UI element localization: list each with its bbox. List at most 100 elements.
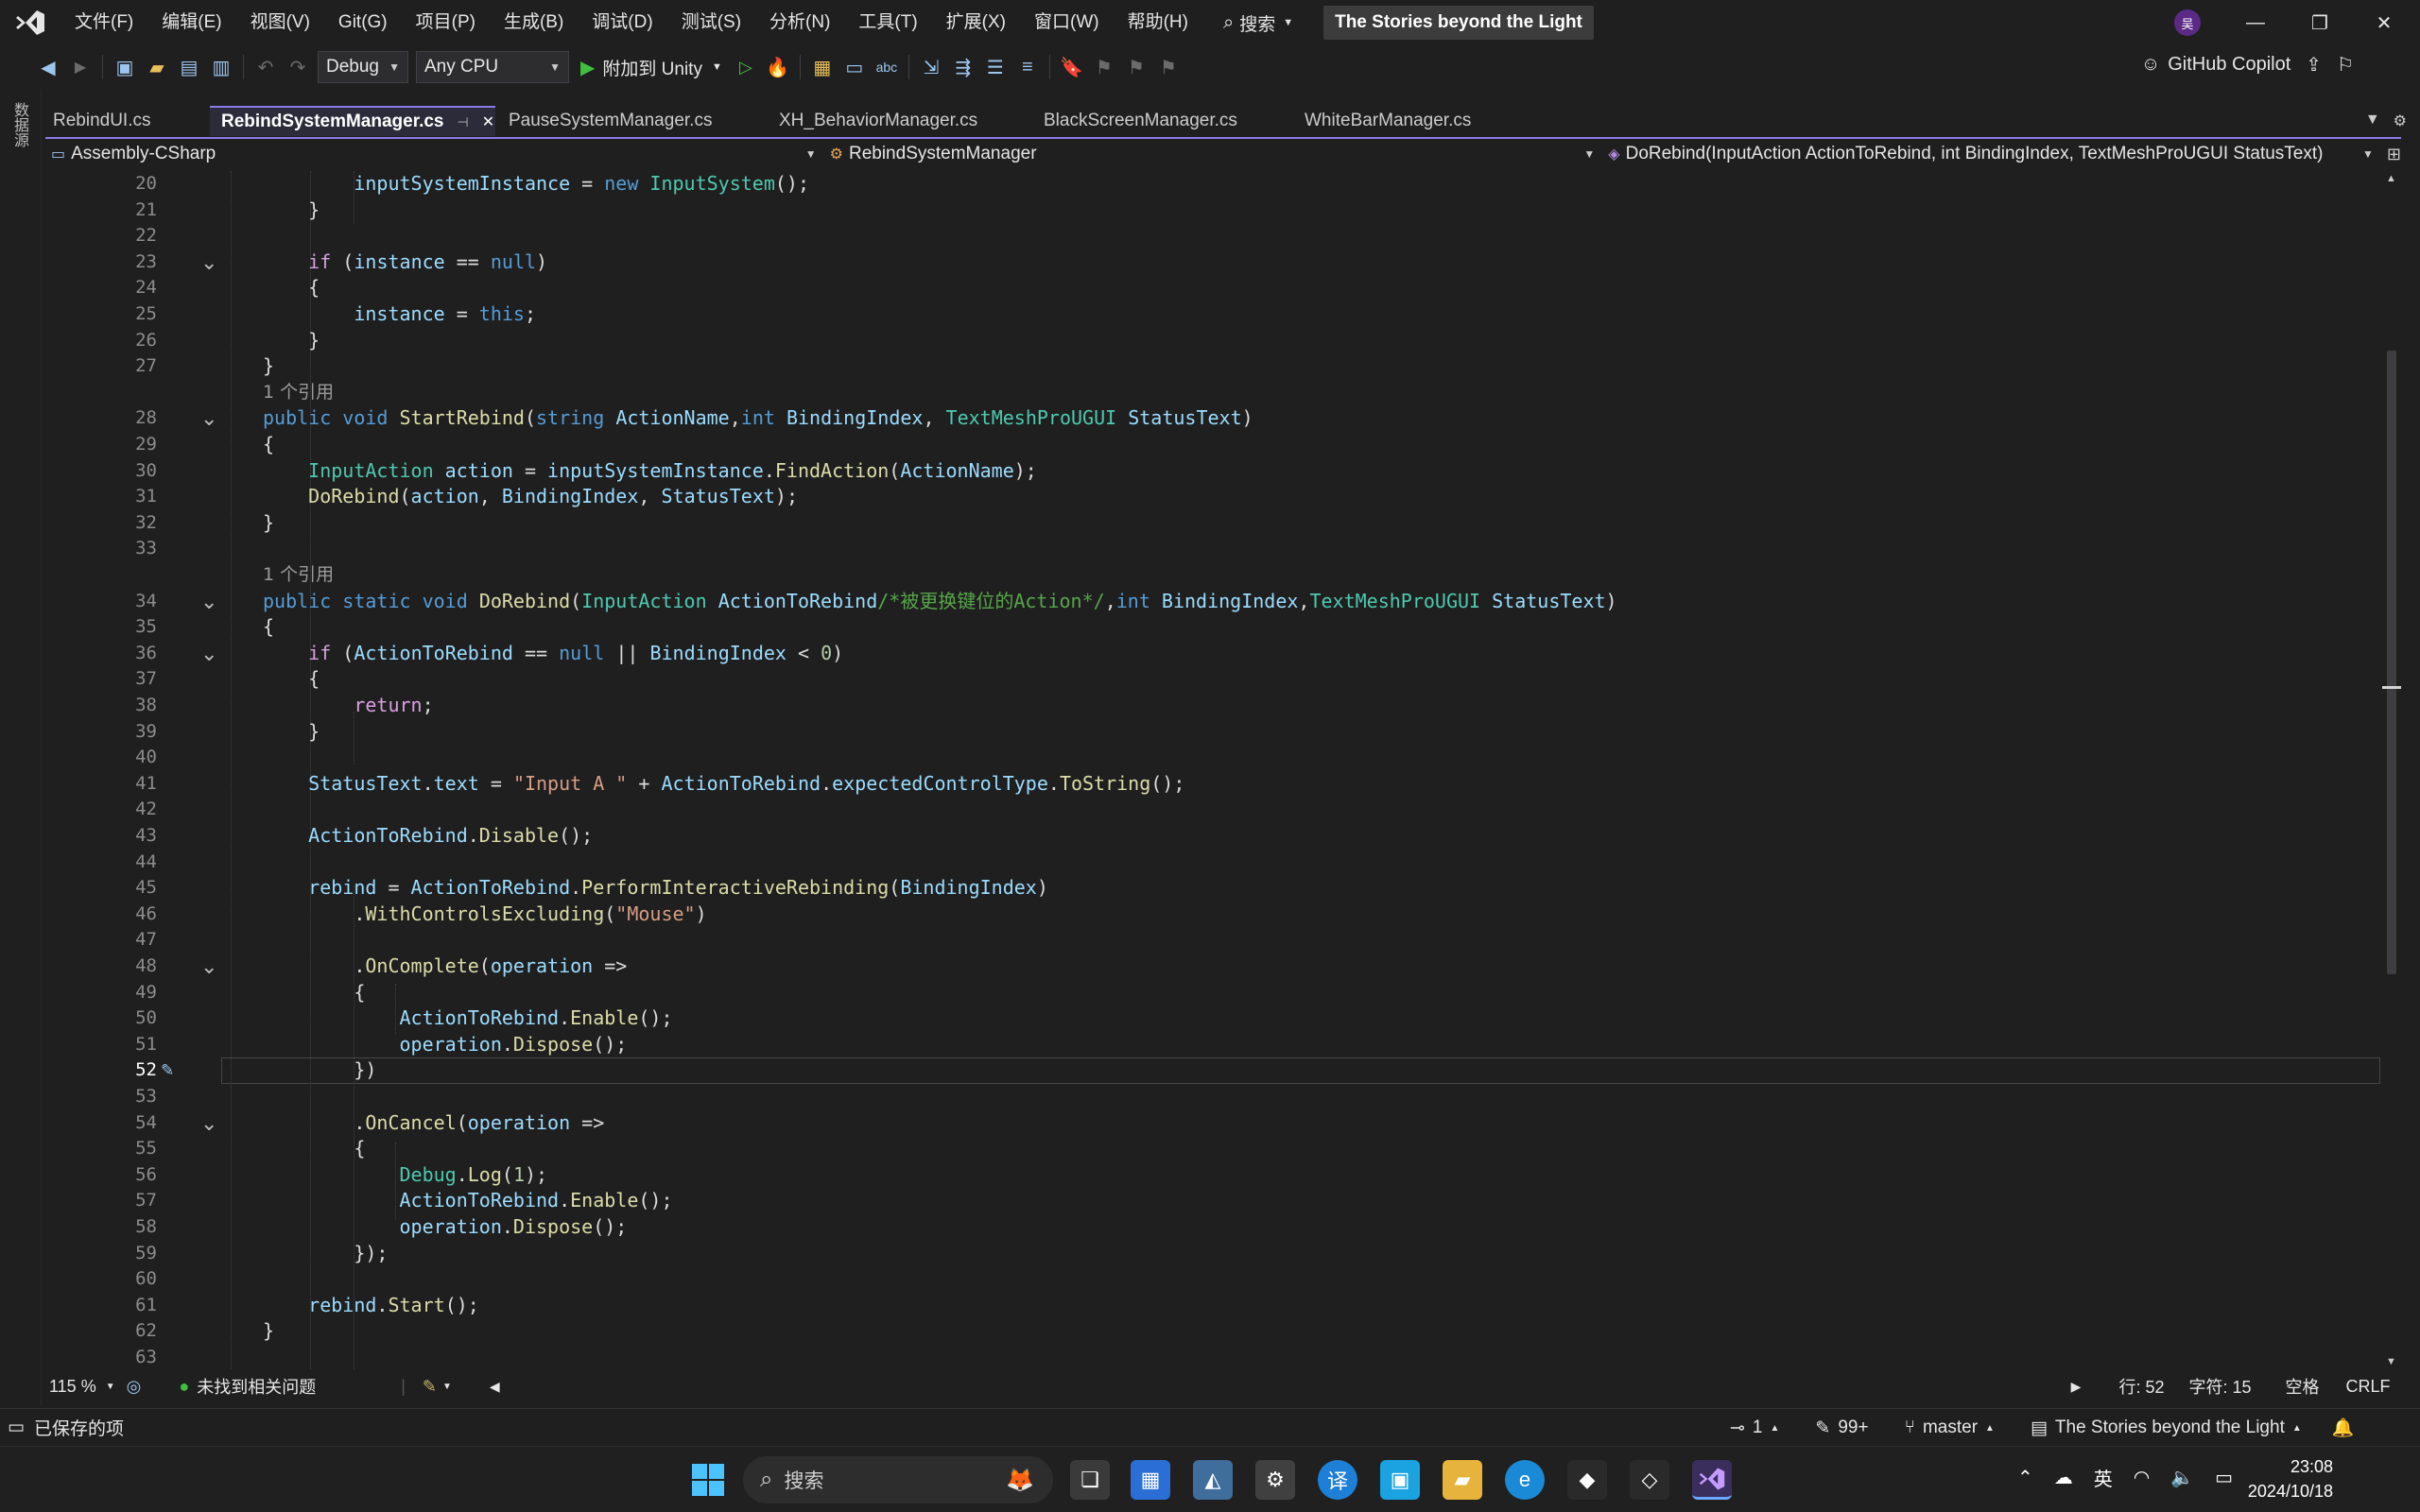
layout-icon[interactable]: ▭	[838, 51, 871, 83]
ime-indicator[interactable]: 英	[2094, 1464, 2113, 1491]
code-line[interactable]: 59 });	[45, 1241, 2382, 1267]
user-avatar[interactable]: 吴	[2174, 9, 2201, 36]
line-endings[interactable]: CRLF	[2346, 1377, 2391, 1397]
menu-item[interactable]: 扩展(X)	[932, 0, 1020, 45]
code-line[interactable]: 26 }	[45, 328, 2382, 354]
code-line[interactable]: 25 instance = this;	[45, 301, 2382, 328]
fold-toggle-icon[interactable]: ⌄	[200, 249, 217, 276]
unity-editor-icon[interactable]: ◇	[1630, 1460, 1669, 1500]
translator-icon[interactable]: 译	[1318, 1460, 1357, 1500]
code-line[interactable]: 32}	[45, 510, 2382, 537]
configuration-select[interactable]: Debug ▼	[318, 51, 408, 83]
code-line[interactable]: 27}	[45, 353, 2382, 380]
scroll-left-icon[interactable]: ◀	[490, 1379, 500, 1395]
hot-reload-icon[interactable]: 🔥	[762, 51, 794, 83]
taskbar-search[interactable]: ⌕ 搜索 🦊	[743, 1456, 1053, 1503]
pin-tab-icon[interactable]: ⊣	[457, 114, 468, 130]
task-view-icon[interactable]: ❏	[1070, 1460, 1110, 1500]
code-line[interactable]: 51 operation.Dispose();	[45, 1032, 2382, 1058]
prev-bookmark-icon[interactable]: ⚑	[1088, 51, 1120, 83]
code-line[interactable]: 21 }	[45, 198, 2382, 224]
forward-icon[interactable]: ▶	[64, 51, 96, 83]
code-line[interactable]: 37 {	[45, 666, 2382, 693]
code-lens-row[interactable]: 1 个引用	[45, 380, 2382, 406]
taskbar-clock[interactable]: 23:08 2024/10/18	[2248, 1454, 2333, 1503]
repository-name[interactable]: The Stories beyond the Light	[2055, 1418, 2285, 1438]
code-line[interactable]: 29 {	[45, 432, 2382, 458]
wifi-icon[interactable]: ◠	[2134, 1466, 2150, 1489]
tab-dropdown-icon[interactable]: ▼	[2365, 112, 2380, 130]
scroll-down-icon[interactable]: ▼	[2386, 1356, 2396, 1367]
restore-button[interactable]: ❐	[2288, 0, 2352, 45]
code-line[interactable]: 54 ⌄ .OnCancel(operation =>	[45, 1110, 2382, 1137]
unity-hub-icon[interactable]: ◆	[1567, 1460, 1607, 1500]
code-line[interactable]: 28 ⌄ public void StartRebind(string Action…	[45, 405, 2382, 432]
whitespace-mode[interactable]: 空格	[2286, 1374, 2320, 1399]
undo-icon[interactable]: ↶	[250, 51, 282, 83]
settings-gear-icon[interactable]: ⚙	[1255, 1460, 1295, 1500]
issues-status[interactable]: 未找到相关问题	[197, 1374, 316, 1399]
menu-item[interactable]: 项目(P)	[402, 0, 490, 45]
chevron-down-icon[interactable]: ▼	[106, 1382, 115, 1392]
code-line[interactable]: 40	[45, 745, 2382, 771]
fold-toggle-icon[interactable]: ⌄	[200, 1110, 217, 1137]
file-explorer-icon[interactable]: ▰	[1443, 1460, 1482, 1500]
close-window-button[interactable]: ✕	[2352, 0, 2416, 45]
code-line[interactable]: 42	[45, 797, 2382, 823]
settings-gear-icon[interactable]: ⚙	[2394, 112, 2407, 130]
clear-bookmarks-icon[interactable]: ⚑	[1152, 51, 1184, 83]
menu-item[interactable]: 帮助(H)	[1114, 0, 1202, 45]
save-all-icon[interactable]: ▥	[205, 51, 237, 83]
code-line[interactable]: 50 ActionToRebind.Enable();	[45, 1005, 2382, 1032]
minimize-button[interactable]: —	[2223, 0, 2288, 45]
solution-name-badge[interactable]: The Stories beyond the Light	[1323, 6, 1594, 40]
code-line[interactable]: 46 .WithControlsExcluding("Mouse")	[45, 902, 2382, 928]
code-line[interactable]: 43 ActionToRebind.Disable();	[45, 823, 2382, 850]
code-line[interactable]: 53	[45, 1084, 2382, 1110]
cursor-line[interactable]: 行: 52	[2118, 1374, 2164, 1399]
cursor-char[interactable]: 字符: 15	[2188, 1374, 2251, 1399]
code-line[interactable]: 44	[45, 850, 2382, 876]
fold-toggle-icon[interactable]: ⌄	[200, 405, 217, 432]
code-lens-row[interactable]: 1 个引用	[45, 562, 2382, 589]
code-line[interactable]: 20 inputSystemInstance = new InputSystem…	[45, 171, 2382, 198]
indent-icon[interactable]: ☰	[979, 51, 1011, 83]
code-line[interactable]: 34 ⌄ public static void DoRebind(InputActi…	[45, 589, 2382, 615]
next-bookmark-icon[interactable]: ⚑	[1120, 51, 1152, 83]
code-line[interactable]: 36 ⌄ if (ActionToRebind == null || Bindin…	[45, 641, 2382, 667]
document-tab[interactable]: PauseSystemManager.cs	[497, 106, 766, 136]
document-tab[interactable]: XH_BehaviorManager.cs	[768, 106, 1030, 136]
zoom-level[interactable]: 115 %	[49, 1377, 96, 1397]
code-line[interactable]: 31 DoRebind(action, BindingIndex, Status…	[45, 484, 2382, 510]
menu-item[interactable]: 分析(N)	[755, 0, 844, 45]
code-line[interactable]: 58 operation.Dispose();	[45, 1214, 2382, 1241]
code-line[interactable]: 49 {	[45, 980, 2382, 1006]
copilot-status-icon[interactable]: ◎	[127, 1377, 142, 1397]
step-over-icon[interactable]: ⇶	[947, 51, 979, 83]
step-into-icon[interactable]: ⇲	[915, 51, 947, 83]
code-line[interactable]: 35 {	[45, 614, 2382, 641]
menu-item[interactable]: 工具(T)	[844, 0, 931, 45]
code-line[interactable]: 45 rebind = ActionToRebind.PerformIntera…	[45, 875, 2382, 902]
project-dropdown[interactable]: ▭ Assembly-CSharp ▼	[45, 139, 824, 169]
menu-item[interactable]: 生成(B)	[490, 0, 578, 45]
comment-icon[interactable]: ≡	[1011, 51, 1044, 83]
volume-icon[interactable]: 🔈	[2170, 1466, 2194, 1489]
class-dropdown[interactable]: ⚙ RebindSystemManager ▼	[824, 139, 1603, 169]
code-line[interactable]: 39 }	[45, 719, 2382, 746]
scroll-up-icon[interactable]: ▲	[2386, 173, 2396, 184]
menu-item[interactable]: 测试(S)	[667, 0, 755, 45]
chevron-up-icon[interactable]: ⌃	[2017, 1466, 2033, 1489]
code-line[interactable]: 41 StatusText.text = "Input A " + Action…	[45, 771, 2382, 798]
member-dropdown[interactable]: ◈ DoRebind(InputAction ActionToRebind, i…	[1602, 139, 2381, 169]
code-line[interactable]: 47	[45, 927, 2382, 954]
github-copilot-button[interactable]: ☺ GitHub Copilot ⇪ ⚐	[2141, 53, 2354, 77]
document-tab[interactable]: RebindUI.cs	[42, 106, 208, 136]
code-line[interactable]: 24 {	[45, 275, 2382, 301]
save-icon[interactable]: ▤	[173, 51, 205, 83]
scrollbar-thumb[interactable]	[2387, 351, 2396, 974]
changes-count[interactable]: 99+	[1838, 1418, 1868, 1438]
menu-item[interactable]: 编辑(E)	[147, 0, 235, 45]
code-line[interactable]: 63	[45, 1345, 2382, 1369]
close-tab-icon[interactable]: ✕	[482, 112, 494, 131]
